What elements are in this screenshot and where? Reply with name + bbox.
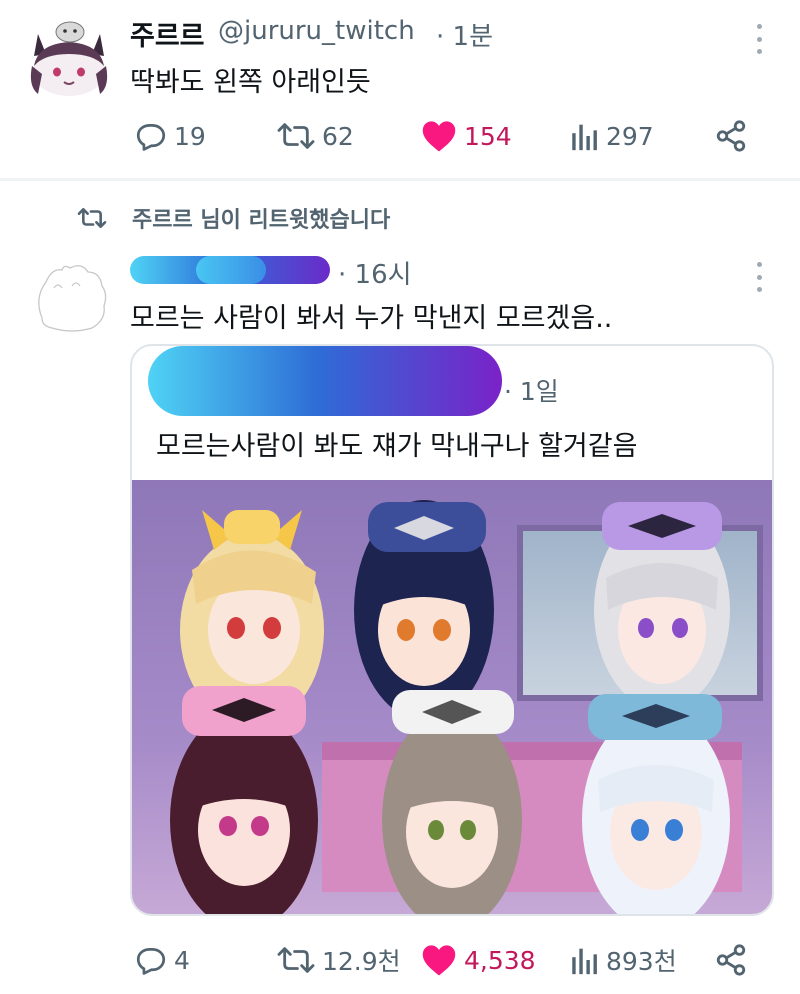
display-name[interactable]: 주르르 <box>130 14 205 53</box>
quote-timestamp: · 1일 <box>504 377 559 406</box>
avatar-jururu[interactable] <box>24 20 114 100</box>
retweet-button[interactable]: 62 <box>276 116 354 156</box>
reply-icon <box>136 948 166 975</box>
more-icon[interactable] <box>754 24 764 54</box>
retweet-context-label: 주르르 님이 리트윗했습니다 <box>132 208 391 233</box>
reply-icon <box>136 124 166 151</box>
reply-count: 19 <box>174 121 206 151</box>
views-button[interactable]: 297 <box>570 116 654 156</box>
views-count: 893천 <box>606 947 677 976</box>
share-button[interactable] <box>714 116 754 156</box>
redacted-quoted-name <box>148 346 502 416</box>
retweet-button[interactable]: 12.9천 <box>276 940 401 980</box>
retweet-icon <box>77 208 107 228</box>
share-button[interactable] <box>714 940 754 980</box>
retweet-context[interactable]: 주르르 님이 리트윗했습니다 <box>76 202 390 234</box>
retweet-icon <box>277 947 315 973</box>
views-icon <box>572 124 597 151</box>
reply-button[interactable]: 4 <box>134 940 190 980</box>
timestamp[interactable]: · 16시 <box>338 254 412 291</box>
more-icon[interactable] <box>754 262 764 292</box>
retweet-count: 62 <box>322 121 354 151</box>
quote-tweet-card[interactable]: · 1일 모르는사람이 봐도 쟤가 막내구나 할거같음 <box>130 344 774 916</box>
like-count: 154 <box>464 121 512 151</box>
quote-text: 모르는사람이 봐도 쟤가 막내구나 할거같음 <box>156 431 638 462</box>
user-handle[interactable]: @jururu_twitch <box>218 16 415 46</box>
redacted-name-overlay <box>196 256 266 284</box>
retweet-count: 12.9천 <box>322 947 401 976</box>
share-icon <box>716 120 746 152</box>
heart-icon <box>422 945 456 976</box>
tweet-text: 모르는 사람이 봐서 누가 막낸지 모르겠음.. <box>130 303 613 334</box>
views-button[interactable]: 893천 <box>570 940 677 980</box>
timestamp[interactable]: · 1분 <box>436 16 493 53</box>
like-count: 4,538 <box>464 945 536 975</box>
views-count: 297 <box>606 121 654 151</box>
tweet-text: 딱봐도 왼쪽 아래인듯 <box>130 67 371 98</box>
share-icon <box>716 944 746 976</box>
heart-icon <box>422 121 456 152</box>
views-icon <box>572 948 597 975</box>
like-button[interactable]: 154 <box>420 116 512 156</box>
reply-count: 4 <box>174 945 190 975</box>
quote-image[interactable] <box>132 480 772 914</box>
retweet-icon <box>277 123 315 149</box>
tweet-divider <box>0 178 800 181</box>
like-button[interactable]: 4,538 <box>420 940 536 980</box>
avatar-author[interactable] <box>26 258 116 336</box>
reply-button[interactable]: 19 <box>134 116 206 156</box>
